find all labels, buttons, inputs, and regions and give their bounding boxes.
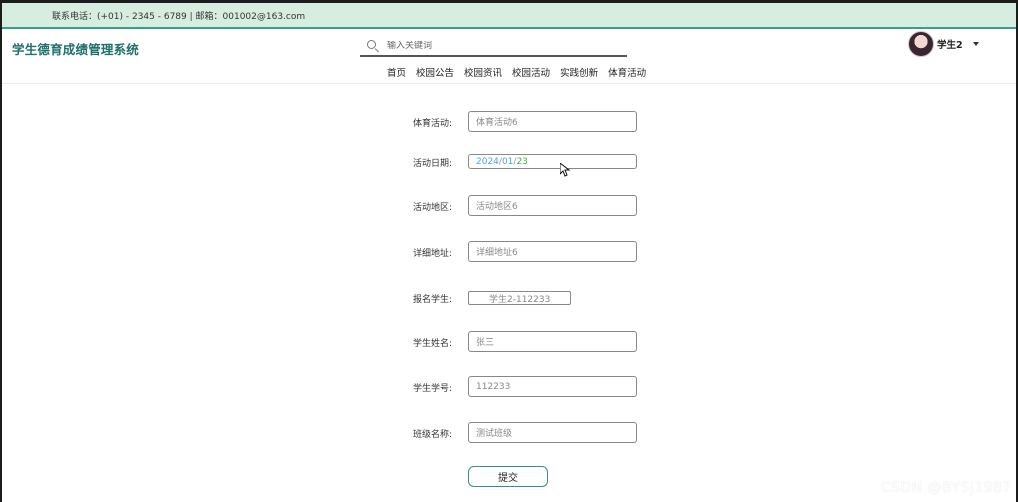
form-row-student-id: 学生学号: 112233 <box>2 376 1016 398</box>
field-label: 班级名称: <box>412 430 452 440</box>
form-row-class-name: 班级名称: 测试班级 <box>2 422 1016 444</box>
date-year: 2024 <box>476 156 499 167</box>
date-month: 01 <box>501 156 514 167</box>
form-row-student-name: 学生姓名: 张三 <box>2 331 1016 353</box>
field-label: 学生学号: <box>412 384 452 394</box>
field-label: 报名学生: <box>412 295 452 305</box>
class-name-field[interactable]: 测试班级 <box>468 422 637 443</box>
field-label: 活动地区: <box>412 203 452 213</box>
nav-item-news[interactable]: 校园资讯 <box>459 65 507 79</box>
nav-item-announcements[interactable]: 校园公告 <box>411 65 459 79</box>
form-row-sports-activity: 体育活动: 体育活动6 <box>2 111 1016 133</box>
date-day: 23 <box>516 156 528 167</box>
activity-region-field[interactable]: 活动地区6 <box>468 195 637 216</box>
search-icon[interactable] <box>365 38 381 54</box>
field-label: 体育活动: <box>412 119 452 129</box>
field-label: 详细地址: <box>412 249 452 259</box>
form-row-activity-region: 活动地区: 活动地区6 <box>2 195 1016 217</box>
field-label: 学生姓名: <box>412 339 452 349</box>
nav-item-sports-activities[interactable]: 体育活动 <box>603 65 651 79</box>
avatar[interactable] <box>908 31 934 57</box>
site-logo[interactable]: 学生德育成绩管理系统 <box>12 39 139 58</box>
contact-text: 联系电话：(+01) - 2345 - 6789 | 邮箱：001002@163… <box>52 11 306 22</box>
nav-item-home[interactable]: 首页 <box>382 65 411 79</box>
nav-item-practice-innovation[interactable]: 实践创新 <box>555 65 603 79</box>
contact-bar: 联系电话：(+01) - 2345 - 6789 | 邮箱：001002@163… <box>2 3 1016 29</box>
student-name-field[interactable]: 张三 <box>468 331 637 352</box>
nav-item-campus-activities[interactable]: 校园活动 <box>507 65 555 79</box>
form-row-enrolled-student: 报名学生: 学生2-112233 <box>2 287 1016 309</box>
main-nav: 首页 校园公告 校园资讯 校园活动 实践创新 体育活动 <box>382 65 651 79</box>
user-menu[interactable]: 学生2 <box>908 31 979 57</box>
detail-address-field[interactable]: 详细地址6 <box>468 241 637 262</box>
submit-button[interactable]: 提交 <box>468 466 548 487</box>
field-label: 活动日期: <box>412 159 452 169</box>
form-row-activity-date: 活动日期: 2024/01/23 <box>2 151 1016 173</box>
form-row-detail-address: 详细地址: 详细地址6 <box>2 241 1016 263</box>
search-bar <box>360 37 627 57</box>
header: 学生德育成绩管理系统 学生2 首页 校园公告 校园资讯 校园活动 实践创新 体育… <box>2 29 1016 84</box>
watermark: CSDN @BYSJ1987 <box>880 480 1012 496</box>
search-input[interactable] <box>387 41 607 51</box>
username[interactable]: 学生2 <box>937 37 963 51</box>
enrolled-student-field: 学生2-112233 <box>468 291 571 305</box>
chevron-down-icon[interactable] <box>972 42 979 46</box>
page: 联系电话：(+01) - 2345 - 6789 | 邮箱：001002@163… <box>2 3 1016 502</box>
activity-date-field[interactable]: 2024/01/23 <box>468 154 637 169</box>
sports-activity-field[interactable]: 体育活动6 <box>468 111 637 132</box>
student-id-field[interactable]: 112233 <box>468 376 637 397</box>
